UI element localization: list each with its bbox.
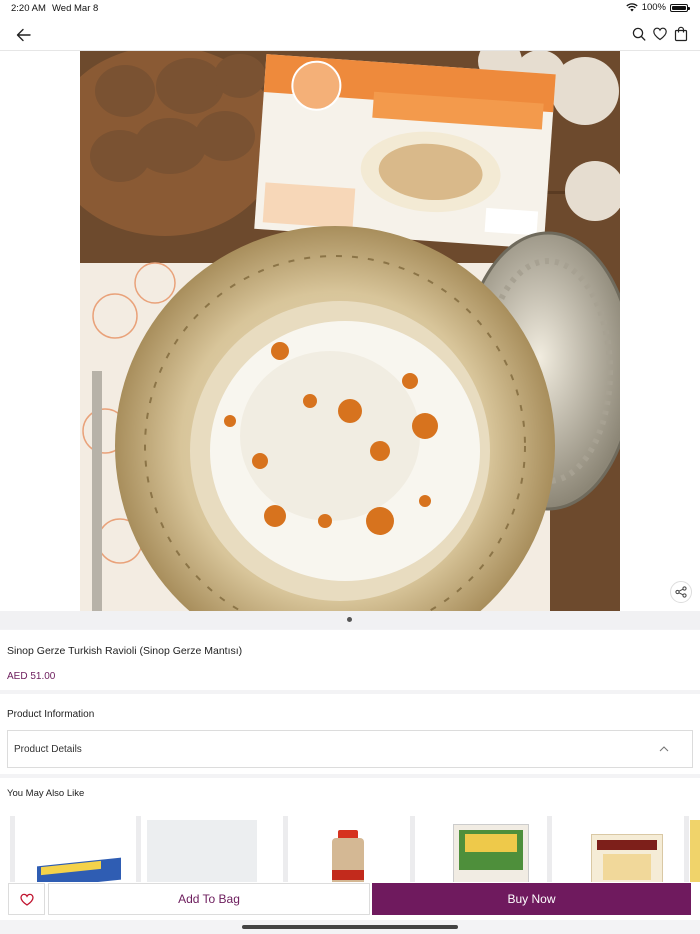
- recommendation-thumbnail: [147, 820, 257, 882]
- battery-icon: [670, 3, 690, 12]
- heart-icon: [19, 893, 34, 906]
- recommendation-thumbnail: [431, 820, 541, 882]
- header-actions: [632, 26, 688, 42]
- product-details-label: Product Details: [14, 744, 82, 755]
- recommendation-thumbnail: [19, 820, 129, 882]
- wishlist-button[interactable]: [8, 883, 45, 915]
- status-right: 100%: [626, 2, 690, 13]
- recommendation-thumbnail: [567, 820, 677, 882]
- product-image[interactable]: [80, 51, 620, 611]
- product-summary: Sinop Gerze Turkish Ravioli (Sinop Gerze…: [0, 630, 700, 690]
- product-details-accordion[interactable]: Product Details: [7, 730, 693, 768]
- gallery-pagination: [0, 611, 700, 629]
- recommendation-thumbnail: [294, 820, 404, 882]
- product-information-heading: Product Information: [7, 709, 95, 720]
- pagination-dot-active[interactable]: [347, 617, 352, 622]
- back-arrow-icon[interactable]: [14, 25, 34, 45]
- bottom-action-bar: Add To Bag Buy Now: [0, 882, 700, 920]
- buy-now-button[interactable]: Buy Now: [372, 883, 691, 915]
- battery-percent: 100%: [641, 2, 666, 13]
- product-photo: [80, 51, 620, 611]
- chevron-up-icon: [659, 746, 669, 752]
- search-icon[interactable]: [632, 26, 646, 42]
- recommendation-card[interactable]: [143, 816, 261, 882]
- product-price: AED 51.00: [7, 671, 56, 682]
- share-icon: [675, 586, 687, 598]
- status-date: Wed Mar 8: [52, 3, 99, 14]
- recommendation-card[interactable]: [290, 816, 408, 882]
- product-title: Sinop Gerze Turkish Ravioli (Sinop Gerze…: [7, 645, 243, 657]
- recommendations-section: You May Also Like: [0, 778, 700, 882]
- status-bar: 2:20 AM Wed Mar 8 100%: [0, 0, 700, 18]
- product-information-section: Product Information Product Details: [0, 694, 700, 774]
- recommendations-heading: You May Also Like: [7, 788, 85, 799]
- share-button[interactable]: [670, 581, 692, 603]
- recommendation-card[interactable]: [427, 816, 545, 882]
- home-indicator[interactable]: [242, 925, 458, 929]
- recommendation-card[interactable]: [15, 816, 133, 882]
- heart-icon[interactable]: [653, 26, 667, 42]
- wifi-icon: [626, 3, 638, 12]
- bag-icon[interactable]: [674, 26, 688, 42]
- product-gallery[interactable]: [0, 51, 700, 611]
- app-header: [0, 18, 700, 51]
- add-to-bag-button[interactable]: Add To Bag: [48, 883, 370, 915]
- recommendation-card[interactable]: [563, 816, 681, 882]
- status-time: 2:20 AM: [11, 3, 46, 14]
